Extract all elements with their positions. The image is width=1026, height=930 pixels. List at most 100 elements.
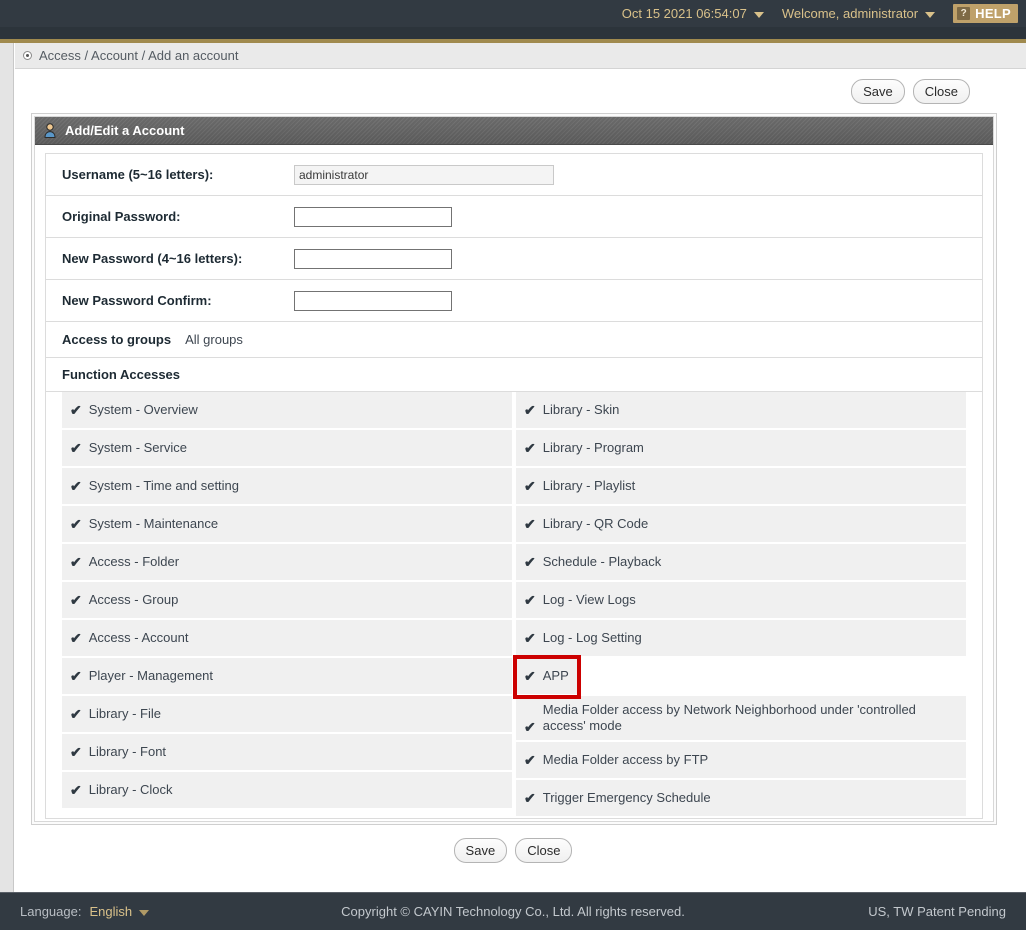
close-button-top[interactable]: Close bbox=[912, 79, 970, 104]
function-access-item[interactable]: ✔ Trigger Emergency Schedule bbox=[516, 780, 966, 818]
footer: Language: English Copyright © CAYIN Tech… bbox=[0, 892, 1026, 930]
check-icon: ✔ bbox=[70, 440, 82, 456]
function-accesses-right-column: ✔ Library - Skin ✔ Library - Program ✔ Librar… bbox=[513, 392, 966, 818]
check-icon: ✔ bbox=[524, 440, 536, 456]
panel-title: Add/Edit a Account bbox=[65, 123, 185, 138]
function-access-label: Access - Account bbox=[88, 630, 189, 645]
function-access-item[interactable]: ✔ Library - Skin bbox=[516, 392, 966, 430]
function-access-item[interactable]: ✔ APP bbox=[513, 655, 581, 699]
form-row-new-password-confirm: New Password Confirm: bbox=[46, 280, 982, 322]
check-icon: ✔ bbox=[70, 744, 82, 760]
form-row-original-password: Original Password: bbox=[46, 196, 982, 238]
function-access-item[interactable]: ✔ Library - File bbox=[62, 696, 512, 734]
function-access-item[interactable]: ✔ System - Time and setting bbox=[62, 468, 512, 506]
function-access-item[interactable]: ✔ Library - Font bbox=[62, 734, 512, 772]
datetime-display[interactable]: Oct 15 2021 06:54:07 bbox=[622, 6, 764, 21]
check-icon: ✔ bbox=[524, 402, 536, 418]
check-icon: ✔ bbox=[70, 782, 82, 798]
user-menu[interactable]: Welcome, administrator bbox=[782, 6, 936, 21]
function-access-item[interactable]: ✔ System - Service bbox=[62, 430, 512, 468]
function-accesses-title-row: Function Accesses bbox=[46, 358, 982, 392]
check-icon: ✔ bbox=[524, 718, 536, 735]
function-access-item[interactable]: ✔ Media Folder access by FTP bbox=[516, 742, 966, 780]
new-password-confirm-label: New Password Confirm: bbox=[62, 293, 212, 308]
chevron-down-icon bbox=[753, 11, 764, 18]
original-password-input[interactable] bbox=[294, 206, 452, 227]
check-icon: ✔ bbox=[70, 554, 82, 570]
function-access-label: System - Service bbox=[88, 440, 187, 455]
access-to-groups-label: Access to groups bbox=[62, 332, 172, 347]
check-icon: ✔ bbox=[524, 752, 536, 768]
save-button-bottom[interactable]: Save bbox=[453, 838, 508, 863]
check-icon: ✔ bbox=[70, 630, 82, 646]
function-access-item[interactable]: ✔ Library - Clock bbox=[62, 772, 512, 810]
function-access-label: Media Folder access by Network Neighborh… bbox=[542, 702, 916, 733]
check-icon: ✔ bbox=[524, 668, 536, 684]
top-action-bar: Save Close bbox=[851, 79, 970, 104]
help-button[interactable]: ? HELP bbox=[953, 4, 1018, 23]
check-icon: ✔ bbox=[524, 516, 536, 532]
check-icon: ✔ bbox=[70, 402, 82, 418]
function-access-item[interactable]: ✔ Access - Folder bbox=[62, 544, 512, 582]
close-button-bottom[interactable]: Close bbox=[515, 838, 573, 863]
function-access-item[interactable]: ✔ Media Folder access by Network Neighbor… bbox=[516, 696, 966, 742]
check-icon: ✔ bbox=[70, 668, 82, 684]
function-access-label: System - Time and setting bbox=[88, 478, 240, 493]
top-bar-underlay bbox=[0, 27, 1026, 39]
function-access-item[interactable]: ✔ System - Overview bbox=[62, 392, 512, 430]
function-access-item[interactable]: ✔ Library - QR Code bbox=[516, 506, 966, 544]
function-access-label: Library - QR Code bbox=[542, 516, 649, 531]
function-access-item[interactable]: ✔ Schedule - Playback bbox=[516, 544, 966, 582]
function-access-item[interactable]: ✔ Access - Group bbox=[62, 582, 512, 620]
datetime-text: Oct 15 2021 06:54:07 bbox=[621, 6, 747, 21]
function-access-item[interactable]: ✔ System - Maintenance bbox=[62, 506, 512, 544]
original-password-label: Original Password: bbox=[62, 209, 181, 224]
function-access-label: Library - Font bbox=[88, 744, 167, 759]
language-value: English bbox=[89, 904, 133, 919]
check-icon: ✔ bbox=[70, 478, 82, 494]
check-icon: ✔ bbox=[70, 516, 82, 532]
function-access-label: Log - Log Setting bbox=[542, 630, 642, 645]
function-access-label: Trigger Emergency Schedule bbox=[542, 790, 711, 805]
function-access-item[interactable]: ✔ Library - Program bbox=[516, 430, 966, 468]
new-password-label: New Password (4~16 letters): bbox=[62, 251, 243, 266]
bottom-action-bar: Save Close bbox=[0, 838, 1026, 863]
function-access-label: Schedule - Playback bbox=[542, 554, 662, 569]
new-password-confirm-input[interactable] bbox=[294, 290, 452, 311]
access-to-groups-row: Access to groups All groups bbox=[46, 322, 982, 358]
function-access-label: Library - Skin bbox=[542, 402, 620, 417]
page-root: Oct 15 2021 06:54:07 Welcome, administra… bbox=[0, 0, 1026, 930]
function-access-label: Library - File bbox=[88, 706, 161, 721]
sidebar-rail bbox=[0, 43, 14, 892]
check-icon: ✔ bbox=[524, 630, 536, 646]
function-access-label: Library - Clock bbox=[88, 782, 173, 797]
new-password-input[interactable] bbox=[294, 248, 452, 269]
function-access-item[interactable]: ✔ Library - Playlist bbox=[516, 468, 966, 506]
function-accesses-left-column: ✔ System - Overview ✔ System - Service ✔ Syst… bbox=[62, 392, 514, 818]
breadcrumb: Access / Account / Add an account bbox=[15, 43, 1026, 69]
check-icon: ✔ bbox=[524, 790, 536, 806]
function-access-item[interactable]: ✔ Access - Account bbox=[62, 620, 512, 658]
username-input[interactable] bbox=[294, 164, 554, 185]
function-access-label: Access - Folder bbox=[88, 554, 180, 569]
bullet-icon bbox=[23, 51, 32, 60]
function-access-label: Library - Program bbox=[542, 440, 644, 455]
top-bar: Oct 15 2021 06:54:07 Welcome, administra… bbox=[0, 0, 1026, 27]
function-access-item[interactable]: ✔ Player - Management bbox=[62, 658, 512, 696]
check-icon: ✔ bbox=[524, 554, 536, 570]
question-mark-icon: ? bbox=[957, 7, 971, 20]
username-label: Username (5~16 letters): bbox=[62, 167, 214, 182]
form-row-username: Username (5~16 letters): bbox=[46, 154, 982, 196]
account-form: Username (5~16 letters): Original Passwo… bbox=[45, 153, 983, 819]
language-selector[interactable]: Language: English bbox=[20, 904, 150, 919]
help-label: HELP bbox=[975, 6, 1011, 21]
breadcrumb-text: Access / Account / Add an account bbox=[39, 48, 239, 63]
check-icon: ✔ bbox=[524, 478, 536, 494]
panel-body: Username (5~16 letters): Original Passwo… bbox=[35, 145, 993, 820]
function-access-item[interactable]: ✔ Log - View Logs bbox=[516, 582, 966, 620]
account-panel-inner: Add/Edit a Account Username (5~16 letter… bbox=[34, 116, 994, 822]
save-button-top[interactable]: Save bbox=[851, 79, 905, 104]
function-access-item[interactable]: ✔ Log - Log Setting bbox=[516, 620, 966, 658]
function-access-label: System - Overview bbox=[88, 402, 198, 417]
function-access-label: Access - Group bbox=[88, 592, 179, 607]
